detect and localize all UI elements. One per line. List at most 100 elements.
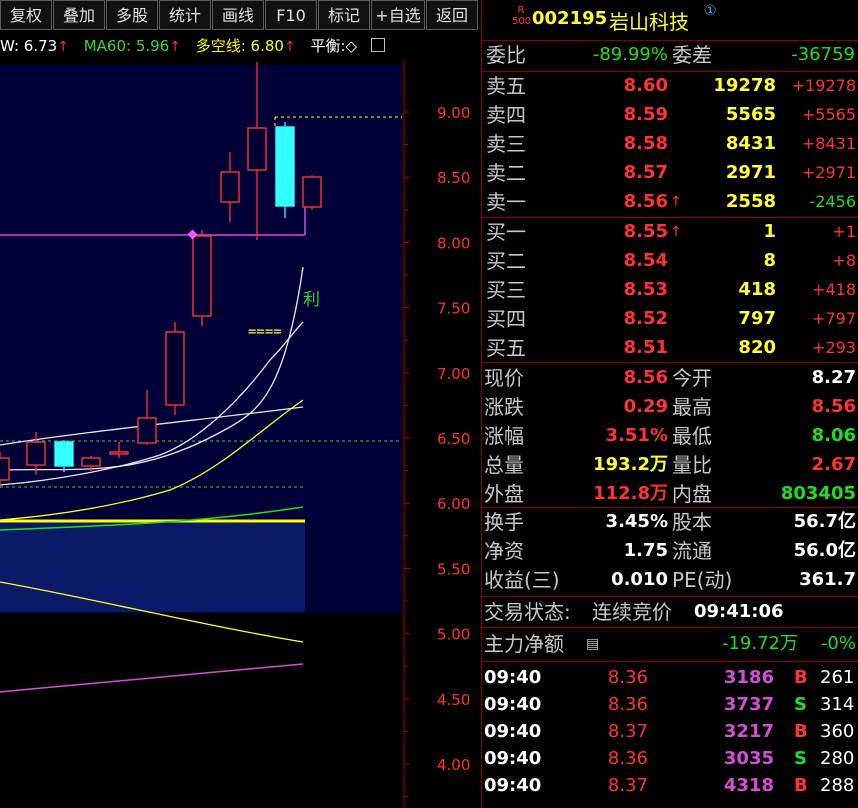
mainforce-pct: -0% xyxy=(820,633,856,654)
level-label: 买三 xyxy=(486,278,526,302)
level-label: 买四 xyxy=(486,307,526,331)
tick-price: 8.37 xyxy=(607,775,648,796)
kline-svg[interactable]: 9.00 8.50 8.00 7.50 7.00 6.50 6.00 5.50 5.00 4.50… xyxy=(0,60,480,808)
level-price: 8.54 xyxy=(623,250,668,271)
level-label: 卖三 xyxy=(486,132,526,156)
candle-body xyxy=(247,127,267,171)
level-price: 8.57 xyxy=(623,162,668,183)
stat-row: 外盘 112.8万 内盘 803405 xyxy=(482,480,858,508)
level-change: -2456 xyxy=(809,192,857,211)
level-price: 8.53 xyxy=(623,279,668,300)
candle-body xyxy=(26,441,46,466)
tick-row[interactable]: 09:40 8.37 3217 B 360 xyxy=(482,718,858,746)
tick-side: S xyxy=(794,748,807,769)
stat-label: 净资 xyxy=(484,539,524,563)
bids-row[interactable]: 买一 8.55 ↑ 1 +1 xyxy=(482,218,858,246)
toolbar-button-8[interactable]: 返回 xyxy=(426,0,478,30)
level-label: 卖五 xyxy=(486,74,526,98)
level-volume: 820 xyxy=(738,337,776,358)
tick-time: 09:40 xyxy=(484,667,542,688)
y-tick-label: 7.00 xyxy=(437,365,470,383)
candle-body xyxy=(302,176,322,208)
stat-value: 8.06 xyxy=(811,425,856,446)
candle-body xyxy=(192,235,212,317)
candle-body xyxy=(109,451,129,455)
stat-value: 56.7亿 xyxy=(793,511,856,532)
tick-row[interactable]: 09:40 8.36 3035 S 280 xyxy=(482,745,858,773)
level-price: 8.59 xyxy=(623,104,668,125)
status-time: 09:41:06 xyxy=(694,601,784,622)
bids-row[interactable]: 买四 8.52 797 +797 xyxy=(482,305,858,333)
toolbar-button-4[interactable]: 画线 xyxy=(212,0,264,30)
tick-time: 09:40 xyxy=(484,775,542,796)
y-tick-label: 8.00 xyxy=(437,234,470,252)
tick-count: 314 xyxy=(820,694,855,715)
tick-time: 09:40 xyxy=(484,694,542,715)
toolbar-button-1[interactable]: 叠加 xyxy=(53,0,105,30)
level-label: 卖一 xyxy=(486,190,526,214)
ma-purple-curve xyxy=(0,663,304,693)
stat-value: 193.2万 xyxy=(593,454,668,475)
bids-row[interactable]: 买二 8.54 8 +8 xyxy=(482,247,858,275)
tick-volume: 3186 xyxy=(723,667,774,688)
toolbar-button-3[interactable]: 统计 xyxy=(159,0,211,30)
tick-row[interactable]: 09:40 8.37 4318 B 288 xyxy=(482,772,858,800)
level-change: +797 xyxy=(812,309,856,328)
candle-body xyxy=(81,457,101,467)
tick-side: S xyxy=(794,694,807,715)
stat-label: PE(动) xyxy=(672,568,733,592)
stat-value: 3.45% xyxy=(605,511,668,532)
toolbar-button-2[interactable]: 多股 xyxy=(106,0,158,30)
level-volume: 2558 xyxy=(725,191,776,212)
stat-label: 涨幅 xyxy=(484,424,524,448)
asks-row[interactable]: 卖一 8.56 ↑ 2558 -2456 xyxy=(482,188,858,216)
level-price: 8.56 xyxy=(623,191,668,212)
stat-value: 8.56 xyxy=(623,367,668,388)
stock-name: 岩山科技 xyxy=(609,10,689,34)
y-tick-label: 4.50 xyxy=(437,691,470,709)
stat-row: 收益(三) 0.010 PE(动) 361.7 xyxy=(482,566,858,594)
mainforce-row[interactable]: 主力净额 ▤ -19.72万 -0% xyxy=(482,630,858,658)
stat-label: 股本 xyxy=(672,510,712,534)
tick-price: 8.36 xyxy=(607,694,648,715)
asks-row[interactable]: 卖三 8.58 8431 +8431 xyxy=(482,130,858,158)
settings-square-icon[interactable] xyxy=(371,38,386,52)
stat-value: 0.29 xyxy=(623,396,668,417)
tick-volume: 3035 xyxy=(723,748,774,769)
asks-row[interactable]: 卖五 8.60 19278 +19278 xyxy=(482,72,858,100)
toolbar-button-6[interactable]: 标记 xyxy=(318,0,370,30)
toolbar-button-5[interactable]: F10 xyxy=(265,0,317,30)
level-change: +8431 xyxy=(801,134,856,153)
kline-chart[interactable]: 9.00 8.50 8.00 7.50 7.00 6.50 6.00 5.50 5.00 4.50… xyxy=(0,60,480,808)
bids-row[interactable]: 买三 8.53 418 +418 xyxy=(482,276,858,304)
up-arrow-icon: ↑ xyxy=(670,224,682,240)
tick-volume: 3217 xyxy=(723,721,774,742)
stock-code: 002195 xyxy=(532,8,608,29)
info-icon[interactable]: ① xyxy=(704,3,717,19)
tick-volume: 3737 xyxy=(723,694,774,715)
level-volume: 797 xyxy=(738,308,776,329)
stat-label: 总量 xyxy=(484,453,524,477)
list-icon[interactable]: ▤ xyxy=(586,630,599,658)
level-label: 卖四 xyxy=(486,103,526,127)
tick-row[interactable]: 09:40 8.36 3186 B 261 xyxy=(482,664,858,692)
y-tick-label: 5.50 xyxy=(437,560,470,578)
toolbar: 复权 叠加 多股 统计 画线 F10 标记 +自选 返回 xyxy=(0,0,480,32)
stat-label: 量比 xyxy=(672,453,712,477)
bids-row[interactable]: 买五 8.51 820 +293 xyxy=(482,334,858,362)
y-tick-label: 5.00 xyxy=(437,626,470,644)
candle-body xyxy=(275,126,295,207)
asks-row[interactable]: 卖二 8.57 2971 +2971 xyxy=(482,159,858,187)
tick-row[interactable]: 09:40 8.36 3737 S 314 xyxy=(482,691,858,719)
y-tick-label: 9.00 xyxy=(437,104,470,122)
level-volume: 418 xyxy=(738,279,776,300)
level-price: 8.52 xyxy=(623,308,668,329)
status-state: 连续竞价 xyxy=(592,600,672,624)
level-volume: 19278 xyxy=(713,75,776,96)
toolbar-button-7[interactable]: +自选 xyxy=(371,0,425,30)
toolbar-button-0[interactable]: 复权 xyxy=(0,0,52,30)
stat-label: 最高 xyxy=(672,395,712,419)
tick-price: 8.37 xyxy=(607,721,648,742)
stat-label: 换手 xyxy=(484,510,524,534)
asks-row[interactable]: 卖四 8.59 5565 +5565 xyxy=(482,101,858,129)
